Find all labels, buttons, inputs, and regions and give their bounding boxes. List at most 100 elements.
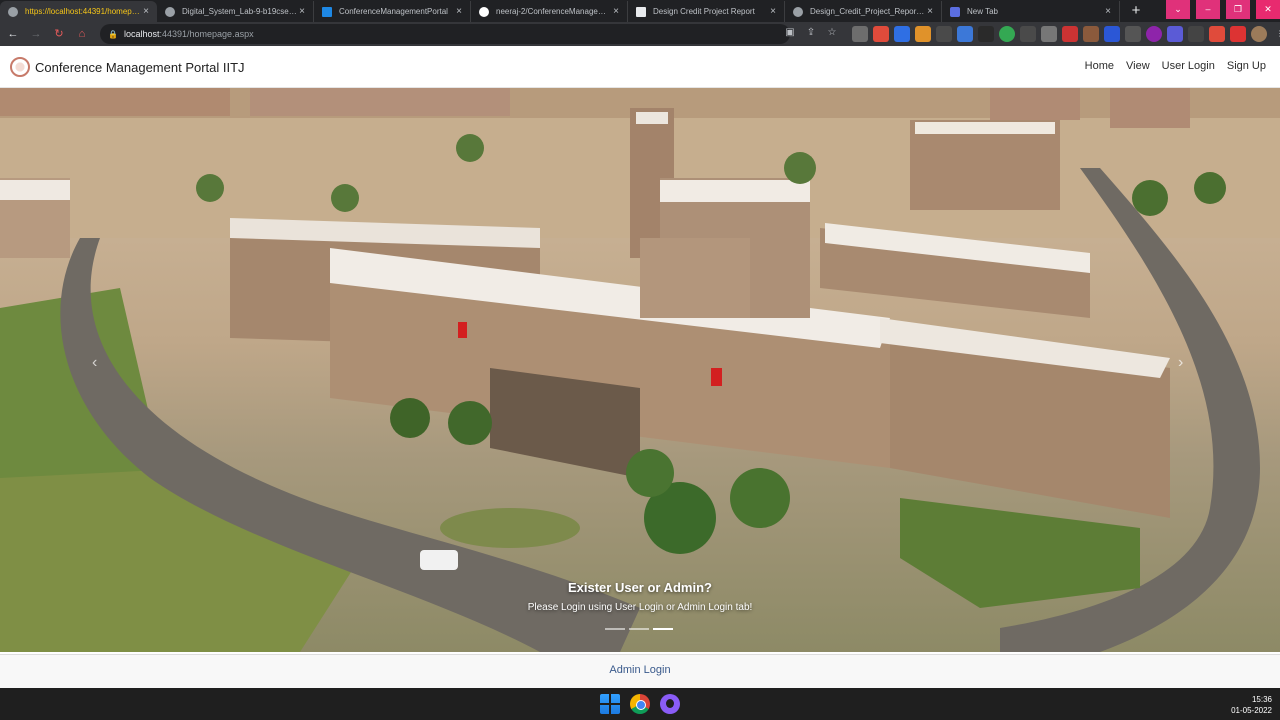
hero-carousel: ‹ › Exister User or Admin? Please Login … [0,88,1280,652]
azure-icon [322,6,332,17]
address-path: :44391/homepage.aspx [159,29,254,39]
maximize-icon[interactable]: ❐ [1226,0,1250,19]
chrome-icon[interactable] [630,694,650,714]
nav-sign-up-link[interactable]: Sign Up [1227,60,1266,72]
extension-icon[interactable] [1125,26,1141,42]
carousel-caption-title: Exister User or Admin? [567,580,712,595]
globe-icon [793,6,803,17]
browser-tab-github[interactable]: neeraj-2/ConferenceManagem... × [471,1,628,22]
extension-icon[interactable] [1041,26,1057,42]
carousel-indicator[interactable] [605,628,625,630]
browser-tab-report-pdf[interactable]: Design_Credit_Project_Report.p... × [785,1,942,22]
extension-icon[interactable] [894,26,910,42]
extension-icon[interactable] [1188,26,1204,42]
github-icon [479,6,489,17]
forward-icon[interactable]: → [26,24,46,44]
close-tab-icon[interactable]: × [454,6,464,17]
close-tab-icon[interactable]: × [611,6,621,17]
extension-icon[interactable] [936,26,952,42]
profile-avatar-icon[interactable] [1251,26,1267,42]
iitj-logo-icon [10,57,30,77]
bookmark-star-icon[interactable]: ☆ [825,26,839,40]
windows-start-icon[interactable] [600,694,620,714]
browser-toolbar: ← → ↻ ⌂ 🔒 localhost:44391/homepage.aspx … [0,22,1280,46]
window-controls: ⌄ – ❐ ✕ [1160,0,1280,19]
carousel-prev-icon[interactable]: ‹ [92,354,97,372]
close-tab-icon[interactable]: × [1103,6,1113,17]
tab-title: Digital_System_Lab-9-b19cse11... [182,7,297,16]
document-icon [636,6,646,17]
extension-icon[interactable] [1146,26,1162,42]
globe-icon [165,6,175,17]
admin-login-link[interactable]: Admin Login [609,664,670,676]
tab-title: neeraj-2/ConferenceManagem... [496,7,611,16]
extension-icon[interactable] [1020,26,1036,42]
tab-title: New Tab [967,7,998,16]
close-tab-icon[interactable]: × [297,6,307,17]
extension-icon[interactable] [1062,26,1078,42]
clock-date: 01-05-2022 [1231,706,1272,715]
browser-tab-new[interactable]: New Tab × [942,1,1120,22]
camera-icon[interactable]: ▣ [783,26,797,40]
home-icon[interactable]: ⌂ [72,24,92,44]
os-taskbar: 15:36 01-05-2022 [0,688,1280,720]
globe-icon [8,6,18,17]
web-page: Conference Management Portal IITJ Home V… [0,46,1280,688]
carousel-indicators [605,628,673,630]
browser-tab-homepage[interactable]: https://localhost:44391/homepage.aspx × [0,1,157,22]
extension-icon[interactable] [1104,26,1120,42]
system-clock[interactable]: 15:36 01-05-2022 [1231,694,1272,716]
extension-icon[interactable] [957,26,973,42]
new-tab-button[interactable]: + [1126,2,1146,22]
address-host: localhost [123,29,160,39]
more-menu-icon[interactable]: ⋮ [1272,26,1280,42]
extension-icon[interactable] [915,26,931,42]
extension-icon[interactable] [873,26,889,42]
close-tab-icon[interactable]: × [141,6,151,17]
close-tab-icon[interactable]: × [768,6,778,17]
nav-view-link[interactable]: View [1126,60,1150,72]
carousel-next-icon[interactable]: › [1178,354,1183,372]
address-bar[interactable]: 🔒 localhost:44391/homepage.aspx [100,24,790,44]
extension-icon[interactable] [852,26,868,42]
nav-home-link[interactable]: Home [1085,60,1114,72]
github-desktop-icon[interactable] [660,694,680,714]
browser-tab-report[interactable]: Design Credit Project Report × [628,1,785,22]
close-window-icon[interactable]: ✕ [1256,0,1280,19]
extension-icon[interactable] [1167,26,1183,42]
nav-links: Home View User Login Sign Up [1085,60,1266,72]
back-icon[interactable]: ← [3,24,23,44]
carousel-caption-text: Please Login using User Login or Admin L… [527,602,753,613]
nav-user-login-link[interactable]: User Login [1162,60,1215,72]
site-brand[interactable]: Conference Management Portal IITJ [10,57,245,77]
extensions-bar: ⋮ [852,26,1280,42]
extension-icon[interactable] [978,26,994,42]
new-tab-icon [950,6,960,17]
minimize-icon[interactable]: – [1196,0,1220,19]
browser-tab-azure[interactable]: ConferenceManagementPortal × [314,1,471,22]
tab-title: Design Credit Project Report [653,7,755,16]
clock-time: 15:36 [1251,695,1272,704]
reload-icon[interactable]: ↻ [49,24,69,44]
site-navbar: Conference Management Portal IITJ Home V… [0,46,1280,88]
browser-tab-digital-lab[interactable]: Digital_System_Lab-9-b19cse11... × [157,1,314,22]
omnibox-actions: ▣ ⇪ ☆ [783,26,839,40]
tab-title: ConferenceManagementPortal [339,7,448,16]
tab-title: Design_Credit_Project_Report.p... [810,7,925,16]
extension-icon[interactable] [999,26,1015,42]
browser-tab-strip: https://localhost:44391/homepage.aspx × … [0,0,1280,22]
share-icon[interactable]: ⇪ [804,26,818,40]
taskbar-apps [600,694,680,714]
tab-search-icon[interactable]: ⌄ [1166,0,1190,19]
campus-photo [0,88,1280,652]
extension-icon[interactable] [1083,26,1099,42]
sidebar-icon[interactable] [1230,26,1246,42]
carousel-indicator[interactable] [653,628,673,630]
carousel-indicator[interactable] [629,628,649,630]
lock-icon[interactable]: 🔒 [108,30,118,39]
brand-title: Conference Management Portal IITJ [35,59,245,75]
puzzle-icon[interactable] [1209,26,1225,42]
close-tab-icon[interactable]: × [925,6,935,17]
page-footer: Admin Login [0,654,1280,688]
tab-title: https://localhost:44391/homepage.aspx [25,7,141,16]
